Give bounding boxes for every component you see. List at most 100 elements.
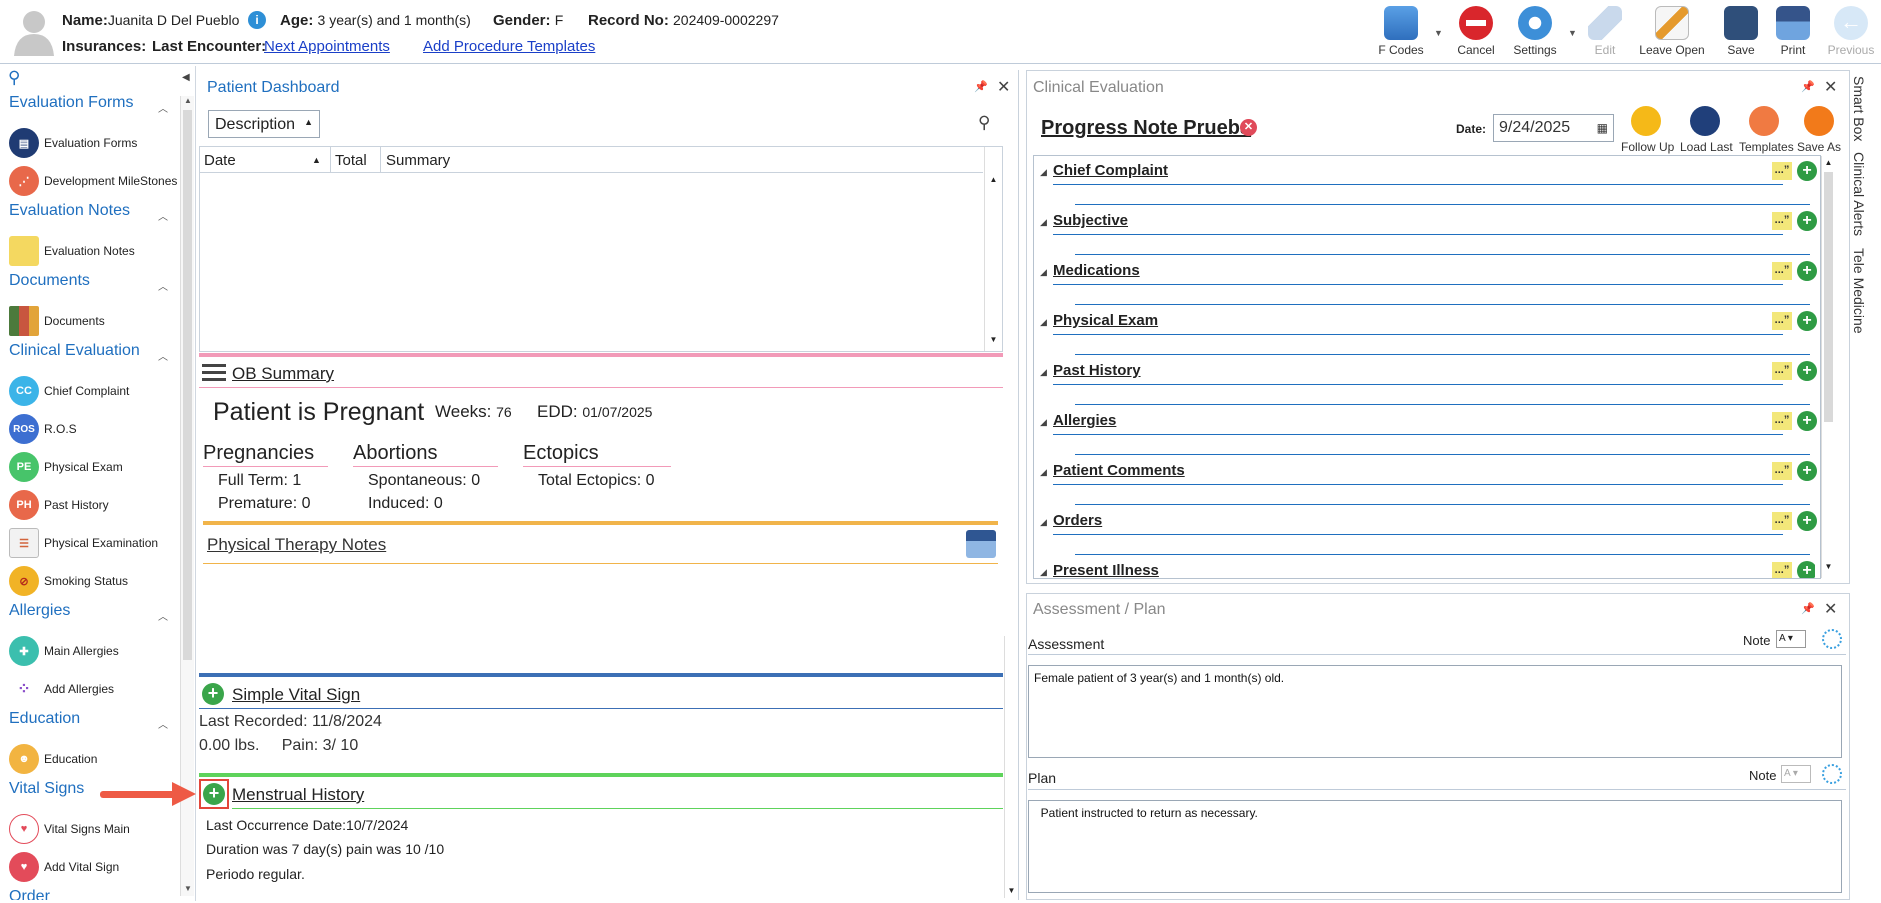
chevron-up-icon[interactable]: ︿ [158, 348, 168, 363]
column-summary[interactable]: Summary [386, 152, 450, 169]
group-education[interactable]: Education [9, 710, 80, 728]
group-allergies[interactable]: Allergies [9, 602, 70, 620]
sidebar-item-ros[interactable]: ROS R.O.S [9, 412, 77, 446]
quote-icon[interactable]: ...” [1772, 412, 1792, 430]
quote-icon[interactable]: ...” [1772, 362, 1792, 380]
chevron-up-icon[interactable]: ︿ [158, 278, 168, 293]
quote-icon[interactable]: ...” [1772, 212, 1792, 230]
add-icon[interactable]: + [1797, 361, 1817, 381]
sidebar-item-smoking-status[interactable]: ⊘ Smoking Status [9, 564, 128, 598]
section-subjective[interactable]: ◢ Subjective...” + [1035, 208, 1817, 258]
note-title[interactable]: Progress Note Prueba [1041, 117, 1251, 140]
menstrual-history-title[interactable]: Menstrual History [232, 785, 364, 805]
refresh-icon[interactable] [1822, 629, 1842, 649]
simple-vital-sign-title[interactable]: Simple Vital Sign [232, 685, 360, 705]
add-icon[interactable]: + [1797, 461, 1817, 481]
group-vital-signs[interactable]: Vital Signs [9, 780, 84, 798]
tab-tele-medicine[interactable]: Tele Medicine [1851, 248, 1867, 334]
add-icon[interactable]: + [1797, 261, 1817, 281]
collapse-sidebar-icon[interactable]: ◀ [182, 72, 190, 83]
sections-scrollbar[interactable]: ▲ ▼ [1821, 156, 1835, 578]
note-template-dropdown[interactable]: A ▾ [1781, 765, 1811, 783]
chevron-up-icon[interactable]: ︿ [158, 100, 168, 115]
add-icon[interactable]: + [1797, 561, 1815, 578]
sidebar-item-documents[interactable]: Documents [9, 304, 105, 338]
section-allergies[interactable]: ◢ Allergies...” + [1035, 408, 1817, 458]
sidebar-item-physical-examination[interactable]: ☰ Physical Examination [9, 526, 158, 560]
sidebar-scrollbar[interactable]: ▲ ▼ [180, 96, 194, 896]
chevron-up-icon[interactable]: ︿ [158, 608, 168, 623]
edit-button[interactable]: Edit [1585, 6, 1625, 60]
quote-icon[interactable]: ...” [1772, 562, 1792, 578]
section-medications[interactable]: ◢ Medications...” + [1035, 258, 1817, 308]
add-menstrual-history-icon[interactable]: + [203, 783, 225, 805]
grid-scrollbar[interactable]: ▲ ▼ [984, 147, 1002, 351]
plan-textarea[interactable]: Patient instructed to return as necessar… [1028, 800, 1842, 893]
sidebar-item-add-allergies[interactable]: ⁘ Add Allergies [9, 672, 114, 706]
close-icon[interactable]: ✕ [997, 77, 1010, 97]
add-icon[interactable]: + [1797, 511, 1817, 531]
group-documents[interactable]: Documents [9, 272, 90, 290]
sidebar-item-chief-complaint[interactable]: CC Chief Complaint [9, 374, 129, 408]
cancel-button[interactable]: Cancel [1452, 6, 1500, 60]
sidebar-item-vital-signs-main[interactable]: ♥ Vital Signs Main [9, 812, 130, 846]
settings-dropdown-icon[interactable]: ▼ [1568, 28, 1577, 38]
description-dropdown[interactable]: Description ▲ [208, 110, 320, 138]
settings-button[interactable]: Settings [1509, 6, 1561, 60]
fcodes-button[interactable]: F Codes [1375, 6, 1427, 60]
quote-icon[interactable]: ...” [1772, 162, 1792, 180]
save-as-button[interactable]: Save As [1796, 106, 1842, 154]
assessment-textarea[interactable]: Female patient of 3 year(s) and 1 month(… [1028, 665, 1842, 758]
quote-icon[interactable]: ...” [1772, 312, 1792, 330]
add-icon[interactable]: + [1797, 161, 1817, 181]
save-button[interactable]: Save [1721, 6, 1761, 60]
sidebar-item-evaluation-forms[interactable]: ▤ Evaluation Forms [9, 126, 137, 160]
info-icon[interactable]: i [248, 11, 266, 29]
add-icon[interactable]: + [1797, 311, 1817, 331]
search-icon[interactable]: ⚲ [978, 113, 990, 133]
pin-icon[interactable]: 📌 [1801, 602, 1815, 615]
refresh-icon[interactable] [1822, 764, 1842, 784]
sidebar-item-evaluation-notes[interactable]: Evaluation Notes [9, 234, 135, 268]
quote-icon[interactable]: ...” [1772, 512, 1792, 530]
pin-icon[interactable]: 📌 [1801, 80, 1815, 93]
tab-smart-box[interactable]: Smart Box [1851, 76, 1867, 141]
add-icon[interactable]: + [1797, 411, 1817, 431]
menu-icon[interactable] [202, 364, 226, 382]
section-physical-exam[interactable]: ◢ Physical Exam...” + [1035, 308, 1817, 358]
column-date[interactable]: Date [204, 152, 236, 169]
section-present-illness[interactable]: ◢ Present Illness...” + [1035, 558, 1815, 578]
add-procedure-templates-link[interactable]: Add Procedure Templates [423, 38, 595, 55]
calendar-icon[interactable]: ▦ [1597, 121, 1608, 135]
column-total[interactable]: Total [335, 152, 367, 169]
group-order[interactable]: Order [9, 888, 50, 900]
group-evaluation-notes[interactable]: Evaluation Notes [9, 202, 130, 220]
load-last-button[interactable]: Load Last [1680, 106, 1733, 154]
remove-note-icon[interactable]: ✕ [1240, 119, 1257, 136]
group-clinical-evaluation[interactable]: Clinical Evaluation [9, 342, 140, 360]
sidebar-item-add-vital-sign[interactable]: ♥ Add Vital Sign [9, 850, 119, 884]
quote-icon[interactable]: ...” [1772, 462, 1792, 480]
sidebar-item-development-milestones[interactable]: ⋰ Development MileStones [9, 164, 177, 198]
leave-open-button[interactable]: Leave Open [1638, 6, 1706, 60]
sidebar-item-physical-exam[interactable]: PE Physical Exam [9, 450, 123, 484]
printer-icon[interactable] [966, 530, 996, 558]
quote-icon[interactable]: ...” [1772, 262, 1792, 280]
section-chief-complaint[interactable]: ◢ Chief Complaint...” + [1035, 158, 1817, 208]
tab-clinical-alerts[interactable]: Clinical Alerts [1851, 152, 1867, 236]
chevron-up-icon[interactable]: ︿ [158, 208, 168, 223]
search-icon[interactable]: ⚲ [8, 68, 20, 88]
physical-therapy-notes-title[interactable]: Physical Therapy Notes [207, 535, 386, 555]
chevron-up-icon[interactable]: ︿ [158, 716, 168, 731]
print-button[interactable]: Print [1773, 6, 1813, 60]
dashboard-scrollbar[interactable]: ▼ [1004, 636, 1018, 898]
sidebar-item-main-allergies[interactable]: ✚ Main Allergies [9, 634, 119, 668]
section-orders[interactable]: ◢ Orders...” + [1035, 508, 1817, 558]
pin-icon[interactable]: 📌 [974, 80, 988, 93]
templates-button[interactable]: Templates [1739, 106, 1794, 154]
next-appointments-link[interactable]: Next Appointments [264, 38, 390, 55]
close-icon[interactable]: ✕ [1824, 77, 1837, 97]
group-evaluation-forms[interactable]: Evaluation Forms [9, 94, 134, 112]
add-vital-sign-icon[interactable]: + [202, 683, 224, 705]
fcodes-dropdown-icon[interactable]: ▼ [1434, 28, 1443, 38]
